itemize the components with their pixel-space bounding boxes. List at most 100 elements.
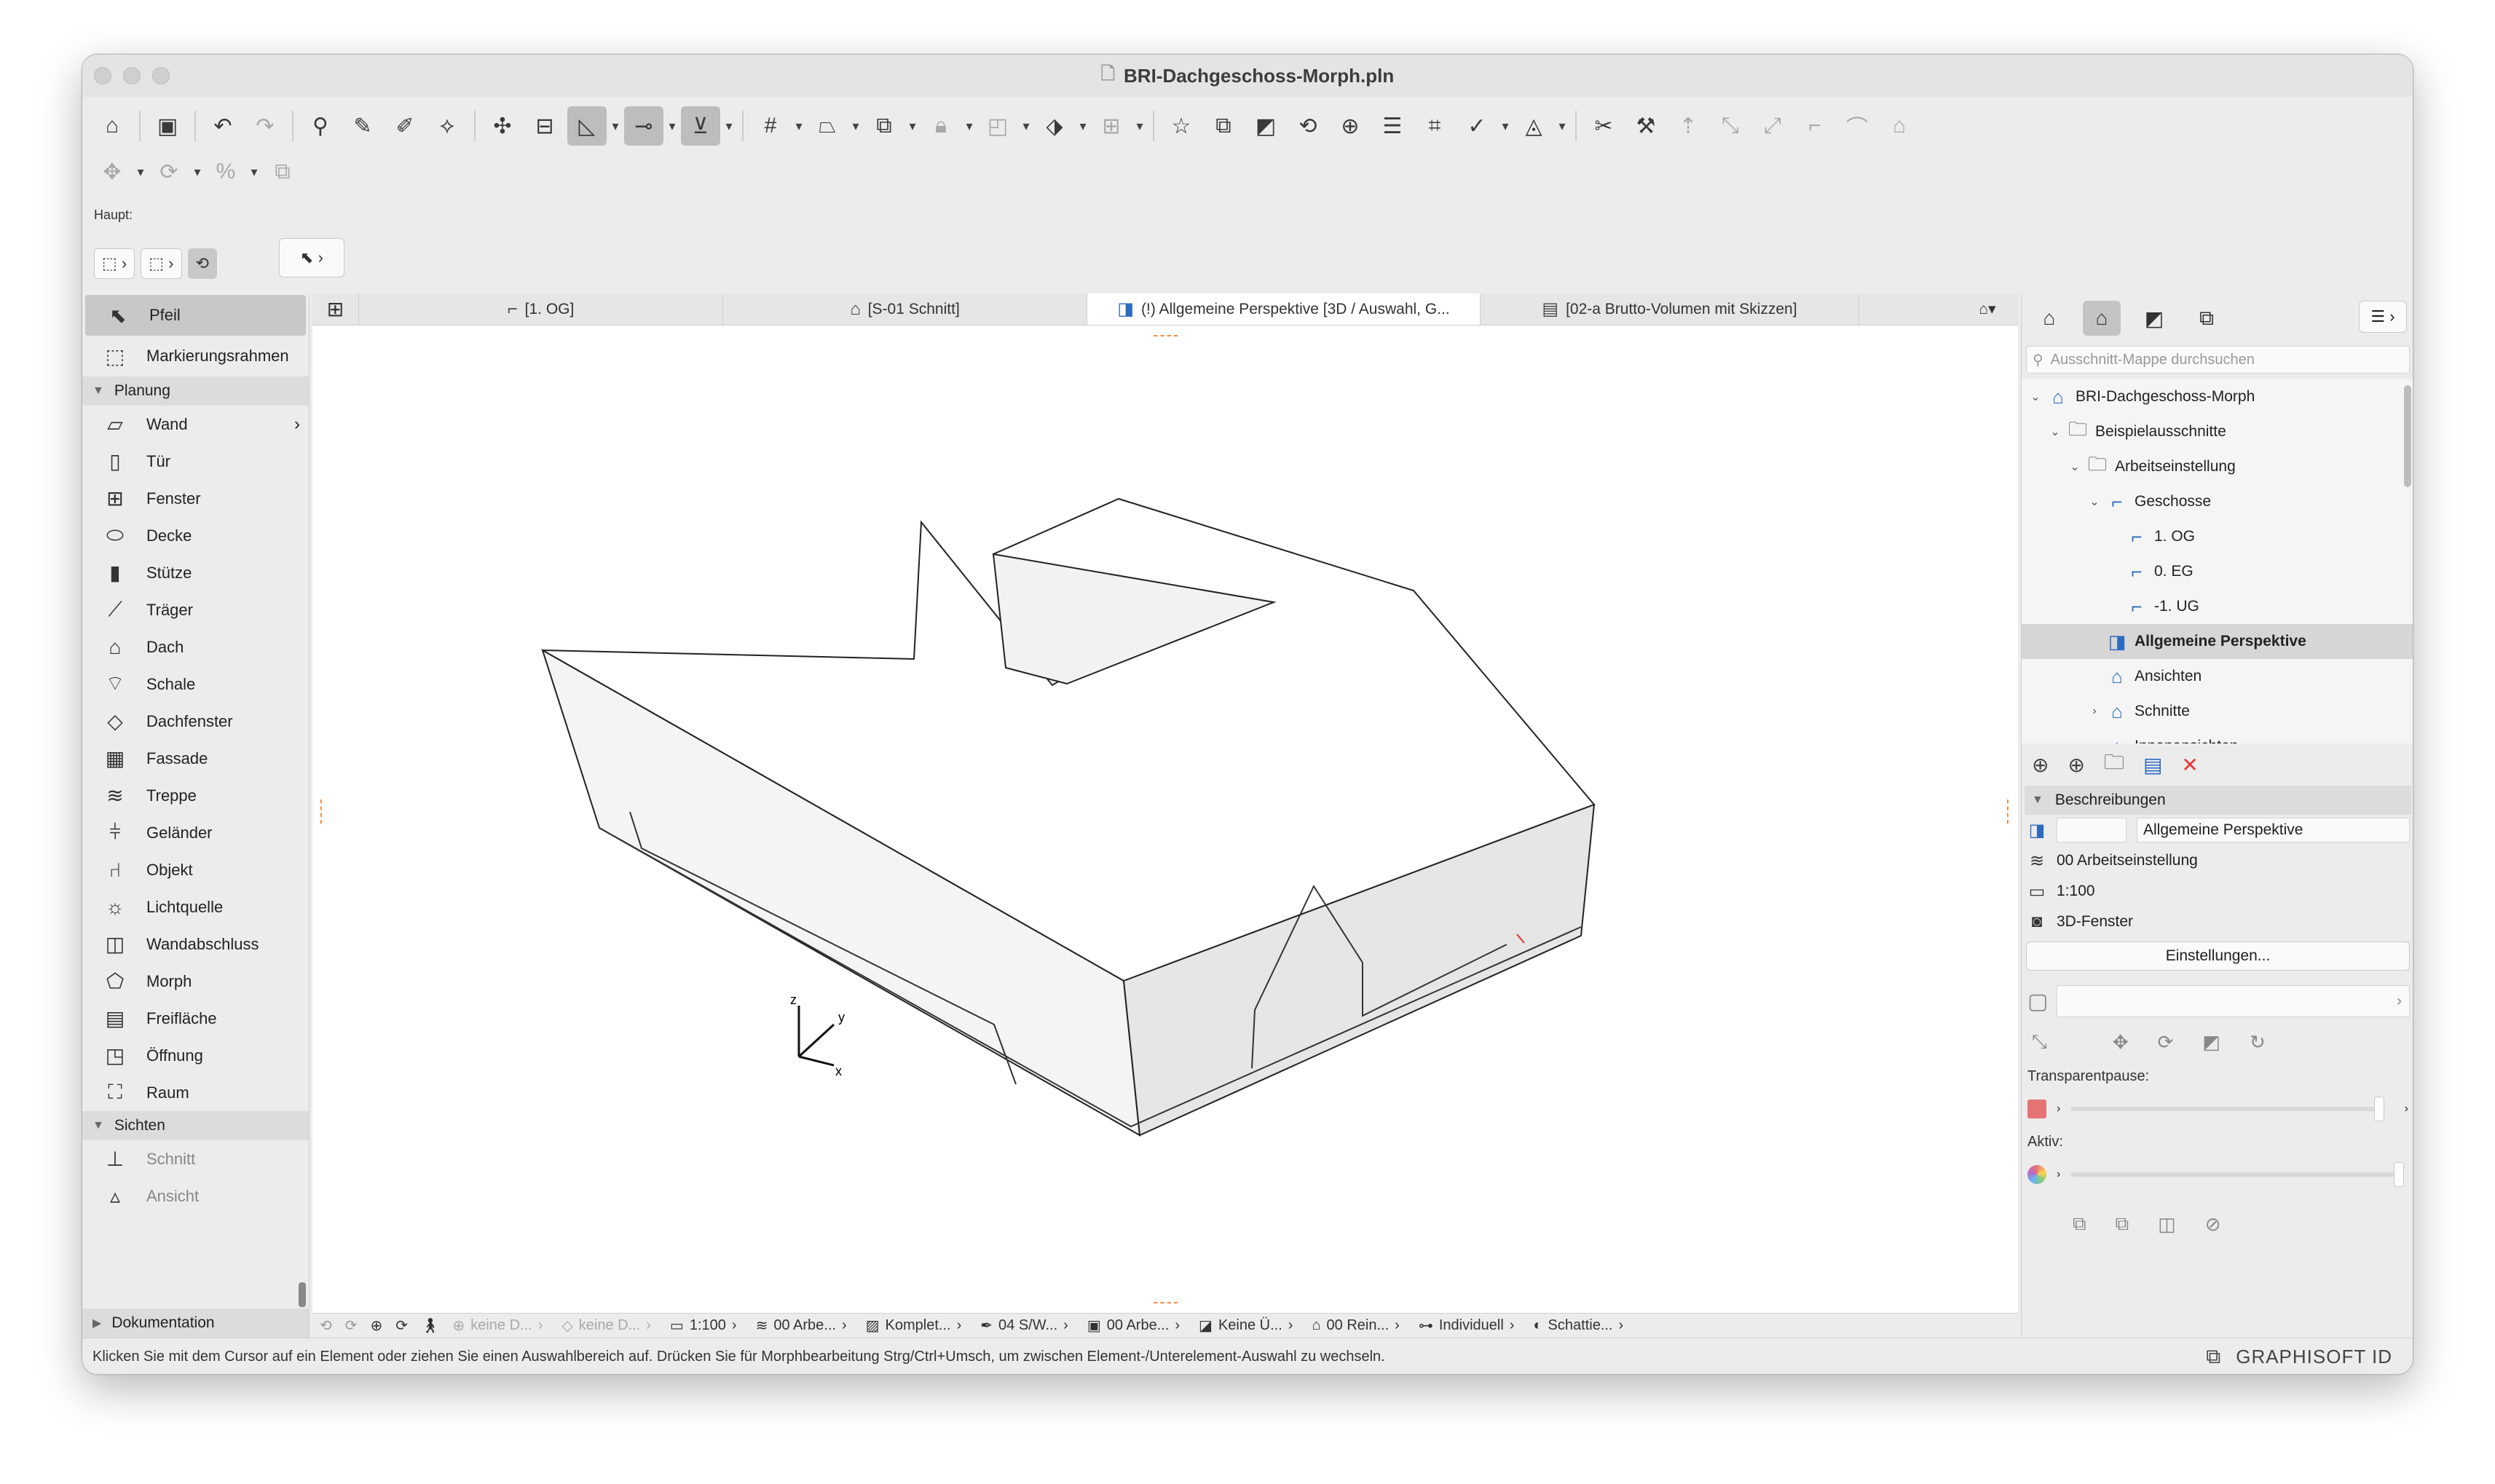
chevron-right-icon[interactable]: › bbox=[2057, 1168, 2060, 1181]
tool-dach[interactable]: ⌂ Dach bbox=[82, 628, 309, 666]
view-option-pen-set[interactable]: ✒ 04 S/W... › bbox=[980, 1317, 1068, 1335]
viewport-right-marker[interactable]: ---- bbox=[1999, 799, 2018, 826]
tree-item-bri-dachgeschoss-morph[interactable]: ⌄ ⌂ BRI-Dachgeschoss-Morph bbox=[2022, 379, 2413, 414]
toolbox-scrollbar[interactable] bbox=[299, 1282, 306, 1307]
edit-plane-icon[interactable]: ⏢ bbox=[808, 106, 847, 146]
tree-item-schnitte[interactable]: › ⌂ Schnitte bbox=[2022, 694, 2413, 729]
chevron-down-icon[interactable]: ▾ bbox=[850, 119, 862, 134]
tool-träger[interactable]: ⟋ Träger bbox=[82, 591, 309, 628]
tool-stütze[interactable]: ▮ Stütze bbox=[82, 554, 309, 591]
new-folder-icon[interactable]: 🗀 bbox=[2104, 747, 2124, 782]
tab-view-menu[interactable]: ⌂▾ bbox=[1957, 293, 2018, 325]
view-map-icon[interactable]: ⌂ bbox=[2083, 301, 2121, 336]
chevron-right-icon[interactable]: › bbox=[2057, 1102, 2060, 1116]
layout-book-icon[interactable]: ⧉ bbox=[1204, 106, 1243, 146]
disclosure-icon[interactable]: ⌄ bbox=[2086, 494, 2102, 509]
viewport-top-marker[interactable]: ---- bbox=[1153, 325, 1180, 344]
display-order-icon[interactable]: ◰ bbox=[978, 106, 1017, 146]
view-option-override[interactable]: ◪ Keine Ü... › bbox=[1199, 1317, 1293, 1335]
percent-icon[interactable]: % bbox=[206, 152, 245, 192]
rotate-icon[interactable]: ⟳ bbox=[2158, 1031, 2174, 1054]
section-dokumentation[interactable]: ▶ Dokumentation bbox=[82, 1309, 309, 1338]
tool-wandabschluss[interactable]: ◫ Wandabschluss bbox=[82, 925, 309, 963]
zoom-window-button[interactable] bbox=[152, 67, 170, 84]
chevron-down-icon[interactable]: ▾ bbox=[723, 119, 735, 134]
tree-item-geschosse[interactable]: ⌄ ⌐ Geschosse bbox=[2022, 484, 2413, 519]
publisher-icon[interactable]: ◩ bbox=[1246, 106, 1285, 146]
chevron-down-icon[interactable]: ▾ bbox=[963, 119, 975, 134]
curve-icon[interactable]: ⌒ bbox=[1837, 106, 1877, 146]
active-slider[interactable]: › bbox=[2022, 1156, 2413, 1193]
grid-snap-icon[interactable]: # bbox=[751, 106, 790, 146]
section-planung[interactable]: ▼ Planung bbox=[82, 376, 309, 406]
view-name-field[interactable]: Allgemeine Perspektive bbox=[2137, 818, 2410, 842]
chevron-down-icon[interactable]: ▾ bbox=[793, 119, 805, 134]
tab-s-01-schnitt[interactable]: ⌂ [S-01 Schnitt] bbox=[723, 293, 1087, 325]
tree-item-ansichten[interactable]: ⌂ Ansichten bbox=[2022, 659, 2413, 694]
viewport-bottom-marker[interactable]: ---- bbox=[1153, 1292, 1180, 1311]
tool-ansicht[interactable]: ▵ Ansicht bbox=[82, 1177, 309, 1215]
check-icon[interactable]: ✓ bbox=[1457, 106, 1497, 146]
section-sichten[interactable]: ▼ Sichten bbox=[82, 1111, 309, 1140]
view-option-dimension[interactable]: ⊶ Individuell › bbox=[1419, 1317, 1515, 1335]
layout-page-icon[interactable]: ▢ bbox=[2027, 989, 2048, 1014]
tool-schnitt[interactable]: ⊥ Schnitt bbox=[82, 1140, 309, 1177]
navigator-menu-button[interactable]: ☰ › bbox=[2359, 301, 2407, 333]
label-tag-icon[interactable]: ⌗ bbox=[1415, 106, 1454, 146]
tree-scrollbar[interactable] bbox=[2404, 385, 2411, 487]
close-window-button[interactable] bbox=[94, 67, 111, 84]
scale-row[interactable]: ▭ 1:100 bbox=[2022, 876, 2413, 907]
disclosure-icon[interactable]: ⌄ bbox=[2047, 425, 2063, 439]
view-option-markup[interactable]: ◇ keine D... › bbox=[561, 1317, 651, 1335]
chevron-down-icon[interactable]: ▾ bbox=[666, 119, 678, 134]
magic-wand-icon[interactable]: ⟡ bbox=[427, 106, 467, 146]
section-beschreibungen[interactable]: ▼ Beschreibungen bbox=[2025, 786, 2411, 815]
color-wheel-icon[interactable] bbox=[2027, 1165, 2046, 1184]
chevron-down-icon[interactable]: ▾ bbox=[1556, 119, 1568, 134]
slider-knob[interactable] bbox=[2394, 1162, 2404, 1187]
clone-view-icon[interactable]: ⊕ bbox=[2068, 753, 2084, 777]
chevron-down-icon[interactable]: ▾ bbox=[192, 165, 203, 180]
layout-book-icon[interactable]: ◩ bbox=[2135, 301, 2173, 336]
home-icon[interactable]: ⌂ bbox=[92, 106, 132, 146]
view-option-model-view[interactable]: ▣ 00 Arbe... › bbox=[1087, 1317, 1180, 1335]
tool-fenster[interactable]: ⊞ Fenster bbox=[82, 480, 309, 517]
transparency-slider[interactable]: › › bbox=[2022, 1090, 2413, 1128]
teamwork-icon[interactable]: ⊕ bbox=[1331, 106, 1370, 146]
arrow-tool-button[interactable]: ⬉ › bbox=[279, 238, 344, 277]
rotate-orbit-button[interactable]: ⟲ bbox=[187, 248, 217, 279]
view-option-scale[interactable]: ▭ 1:100 › bbox=[670, 1317, 737, 1335]
slider-track[interactable] bbox=[2070, 1162, 2404, 1187]
3d-viewport[interactable]: z y x ---- ---- ---- ---- bbox=[312, 325, 2018, 1313]
view-option-structure[interactable]: ▨ Komplet... › bbox=[866, 1317, 962, 1335]
tree-item-1-og[interactable]: ⌐ 1. OG bbox=[2022, 519, 2413, 554]
tool-wand[interactable]: ▱ Wand › bbox=[82, 406, 309, 443]
adjust-icon[interactable]: ⚒ bbox=[1626, 106, 1666, 146]
zoom-back-icon[interactable]: ⟲ bbox=[320, 1317, 332, 1335]
properties-icon[interactable]: ▤ bbox=[2143, 753, 2162, 777]
snap-point-icon[interactable]: ✣ bbox=[483, 106, 522, 146]
walk-icon[interactable]: 🚶︎ bbox=[421, 1317, 439, 1335]
view-option-shading[interactable]: ◐ Schattie... › bbox=[1533, 1317, 1623, 1335]
tree-item-arbeitseinstellung[interactable]: ⌄ 🗀 Arbeitseinstellung bbox=[2022, 449, 2413, 484]
layer-combo-row[interactable]: ≋ 00 Arbeitseinstellung bbox=[2022, 845, 2413, 876]
graphisoft-id[interactable]: ⧉ GRAPHISOFT ID bbox=[2206, 1345, 2392, 1369]
dimension-tool-icon[interactable]: ⊟ bbox=[525, 106, 564, 146]
trace-icon[interactable]: ⟲ bbox=[1288, 106, 1328, 146]
delete-icon[interactable]: ✕ bbox=[2181, 753, 2198, 777]
duplicate-icon[interactable]: ⧉ bbox=[263, 152, 302, 192]
save-view-icon[interactable]: ⊕ bbox=[2032, 753, 2049, 777]
save-icon[interactable]: ▣ bbox=[148, 106, 187, 146]
chevron-down-icon[interactable]: ▾ bbox=[248, 165, 260, 180]
tool-pfeil[interactable]: ⬉ Pfeil bbox=[85, 295, 306, 336]
eyedropper-icon[interactable]: ✎ bbox=[343, 106, 382, 146]
hide-icon[interactable]: ⊘ bbox=[2205, 1213, 2221, 1236]
element-selection-button[interactable]: ⬚ › bbox=[141, 248, 182, 279]
chevron-down-icon[interactable]: ▾ bbox=[135, 165, 146, 180]
chevron-right-icon[interactable]: › bbox=[2405, 1102, 2408, 1116]
tool-dachfenster[interactable]: ◇ Dachfenster bbox=[82, 703, 309, 740]
slider-track[interactable] bbox=[2070, 1097, 2384, 1121]
disclosure-icon[interactable]: › bbox=[2086, 705, 2102, 718]
view-option-renovation[interactable]: ⌂ 00 Rein... › bbox=[1312, 1317, 1399, 1335]
settings-button[interactable]: Einstellungen... bbox=[2026, 942, 2410, 971]
